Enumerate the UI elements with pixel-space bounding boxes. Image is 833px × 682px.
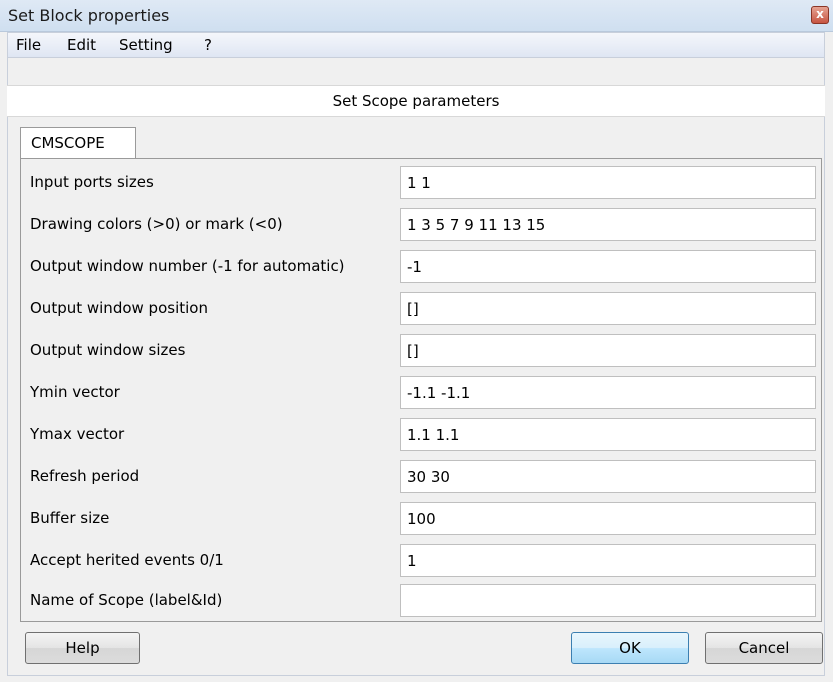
field-row: Drawing colors (>0) or mark (<0) [30, 208, 816, 242]
menu-file[interactable]: File [16, 36, 41, 54]
field-label: Ymin vector [30, 383, 120, 401]
field-label: Buffer size [30, 509, 110, 527]
refresh-period-field[interactable] [400, 460, 816, 493]
field-row: Name of Scope (label&Id) [30, 584, 816, 618]
menu-bar: File Edit Setting ? [7, 32, 825, 58]
accept-herited-events-field[interactable] [400, 544, 816, 577]
field-row: Input ports sizes [30, 166, 816, 200]
scope-name-field[interactable] [400, 584, 816, 617]
close-icon[interactable]: x [811, 6, 829, 24]
field-row: Buffer size [30, 502, 816, 536]
field-label: Output window sizes [30, 341, 186, 359]
field-row: Refresh period [30, 460, 816, 494]
output-window-sizes-field[interactable] [400, 334, 816, 367]
field-row: Output window number (-1 for automatic) [30, 250, 816, 284]
ymin-vector-field[interactable] [400, 376, 816, 409]
window-title: Set Block properties [8, 6, 170, 25]
field-row: Ymax vector [30, 418, 816, 452]
output-window-position-field[interactable] [400, 292, 816, 325]
dialog-heading: Set Scope parameters [7, 85, 825, 117]
input-ports-sizes-field[interactable] [400, 166, 816, 199]
field-label: Input ports sizes [30, 173, 154, 191]
field-row: Output window position [30, 292, 816, 326]
field-label: Name of Scope (label&Id) [30, 591, 223, 609]
field-row: Output window sizes [30, 334, 816, 368]
output-window-number-field[interactable] [400, 250, 816, 283]
title-bar: Set Block properties x [0, 0, 833, 32]
field-label: Drawing colors (>0) or mark (<0) [30, 215, 283, 233]
field-label: Ymax vector [30, 425, 125, 443]
ok-button[interactable]: OK [571, 632, 689, 664]
field-label: Refresh period [30, 467, 140, 485]
drawing-colors-field[interactable] [400, 208, 816, 241]
menu-setting[interactable]: Setting [119, 36, 173, 54]
help-button[interactable]: Help [25, 632, 140, 664]
buffer-size-field[interactable] [400, 502, 816, 535]
field-label: Output window number (-1 for automatic) [30, 257, 345, 275]
menu-help[interactable]: ? [204, 36, 212, 54]
ymax-vector-field[interactable] [400, 418, 816, 451]
field-row: Ymin vector [30, 376, 816, 410]
cancel-button[interactable]: Cancel [705, 632, 823, 664]
field-label: Output window position [30, 299, 208, 317]
field-row: Accept herited events 0/1 [30, 544, 816, 578]
tab-cmscope[interactable]: CMSCOPE [20, 127, 136, 159]
menu-edit[interactable]: Edit [67, 36, 96, 54]
field-label: Accept herited events 0/1 [30, 551, 224, 569]
